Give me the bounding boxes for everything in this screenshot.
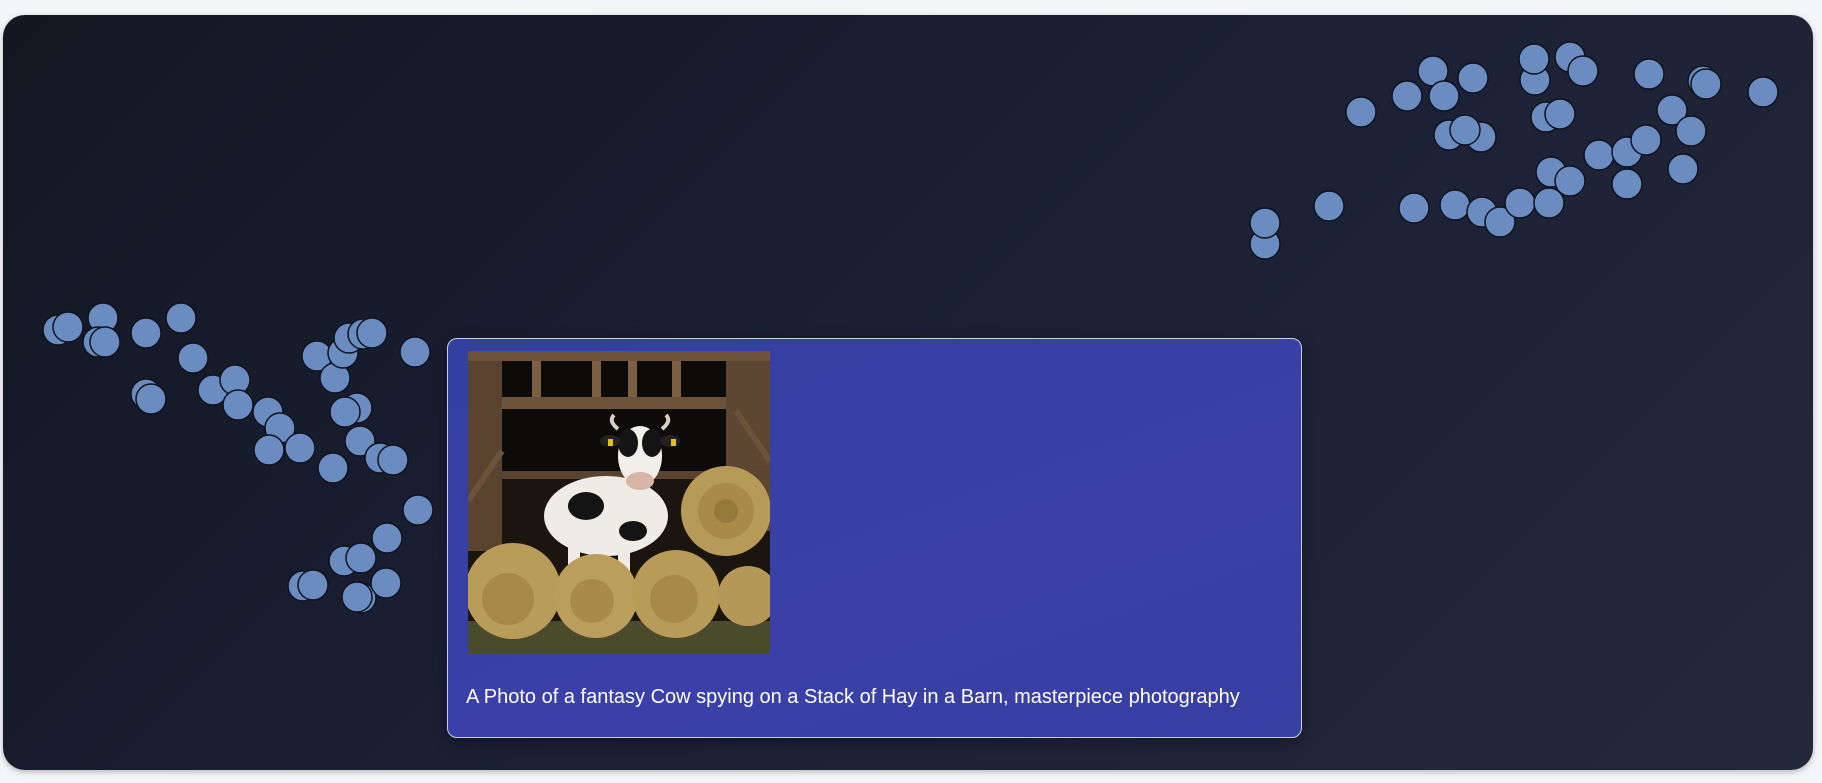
scatter-point[interactable] xyxy=(1249,207,1281,239)
scatter-point[interactable] xyxy=(1675,115,1707,147)
scatter-point[interactable] xyxy=(130,317,162,349)
scatter-point[interactable] xyxy=(1428,80,1460,112)
scatter-point[interactable] xyxy=(402,494,434,526)
scatter-point[interactable] xyxy=(1345,96,1377,128)
scatter-point[interactable] xyxy=(1449,114,1481,146)
image-preview-tooltip: A Photo of a fantasy Cow spying on a Sta… xyxy=(447,338,1302,738)
scatter-point[interactable] xyxy=(377,444,409,476)
scatter-point[interactable] xyxy=(1398,192,1430,224)
scatter-point[interactable] xyxy=(253,434,285,466)
scatter-point[interactable] xyxy=(52,311,84,343)
embedding-scatter-canvas[interactable]: A Photo of a fantasy Cow spying on a Sta… xyxy=(3,15,1813,770)
scatter-point[interactable] xyxy=(1439,189,1471,221)
scatter-point[interactable] xyxy=(329,396,361,428)
preview-caption: A Photo of a fantasy Cow spying on a Sta… xyxy=(466,686,1240,708)
scatter-point[interactable] xyxy=(1567,55,1599,87)
scatter-point[interactable] xyxy=(371,522,403,554)
scatter-point[interactable] xyxy=(1313,190,1345,222)
scatter-point[interactable] xyxy=(177,342,209,374)
scatter-point[interactable] xyxy=(1633,58,1665,90)
scatter-point[interactable] xyxy=(356,317,388,349)
scatter-point[interactable] xyxy=(89,326,121,358)
scatter-point[interactable] xyxy=(284,432,316,464)
preview-image xyxy=(468,351,770,653)
scatter-point[interactable] xyxy=(165,302,197,334)
scatter-point[interactable] xyxy=(341,581,373,613)
scatter-point[interactable] xyxy=(1544,98,1576,130)
scatter-point[interactable] xyxy=(1611,168,1643,200)
scatter-point[interactable] xyxy=(135,383,167,415)
scatter-point[interactable] xyxy=(1504,187,1536,219)
scatter-point[interactable] xyxy=(370,567,402,599)
scatter-point[interactable] xyxy=(297,569,329,601)
scatter-point[interactable] xyxy=(1583,139,1615,171)
scatter-point[interactable] xyxy=(1391,80,1423,112)
scatter-point[interactable] xyxy=(1630,124,1662,156)
scatter-point[interactable] xyxy=(399,336,431,368)
scatter-point[interactable] xyxy=(1667,153,1699,185)
scatter-point[interactable] xyxy=(222,389,254,421)
scatter-point[interactable] xyxy=(1690,68,1722,100)
scatter-point[interactable] xyxy=(345,542,377,574)
scatter-point[interactable] xyxy=(1518,43,1550,75)
scatter-point[interactable] xyxy=(1457,62,1489,94)
scatter-point[interactable] xyxy=(1747,76,1779,108)
scatter-point[interactable] xyxy=(1554,165,1586,197)
scatter-point[interactable] xyxy=(317,452,349,484)
